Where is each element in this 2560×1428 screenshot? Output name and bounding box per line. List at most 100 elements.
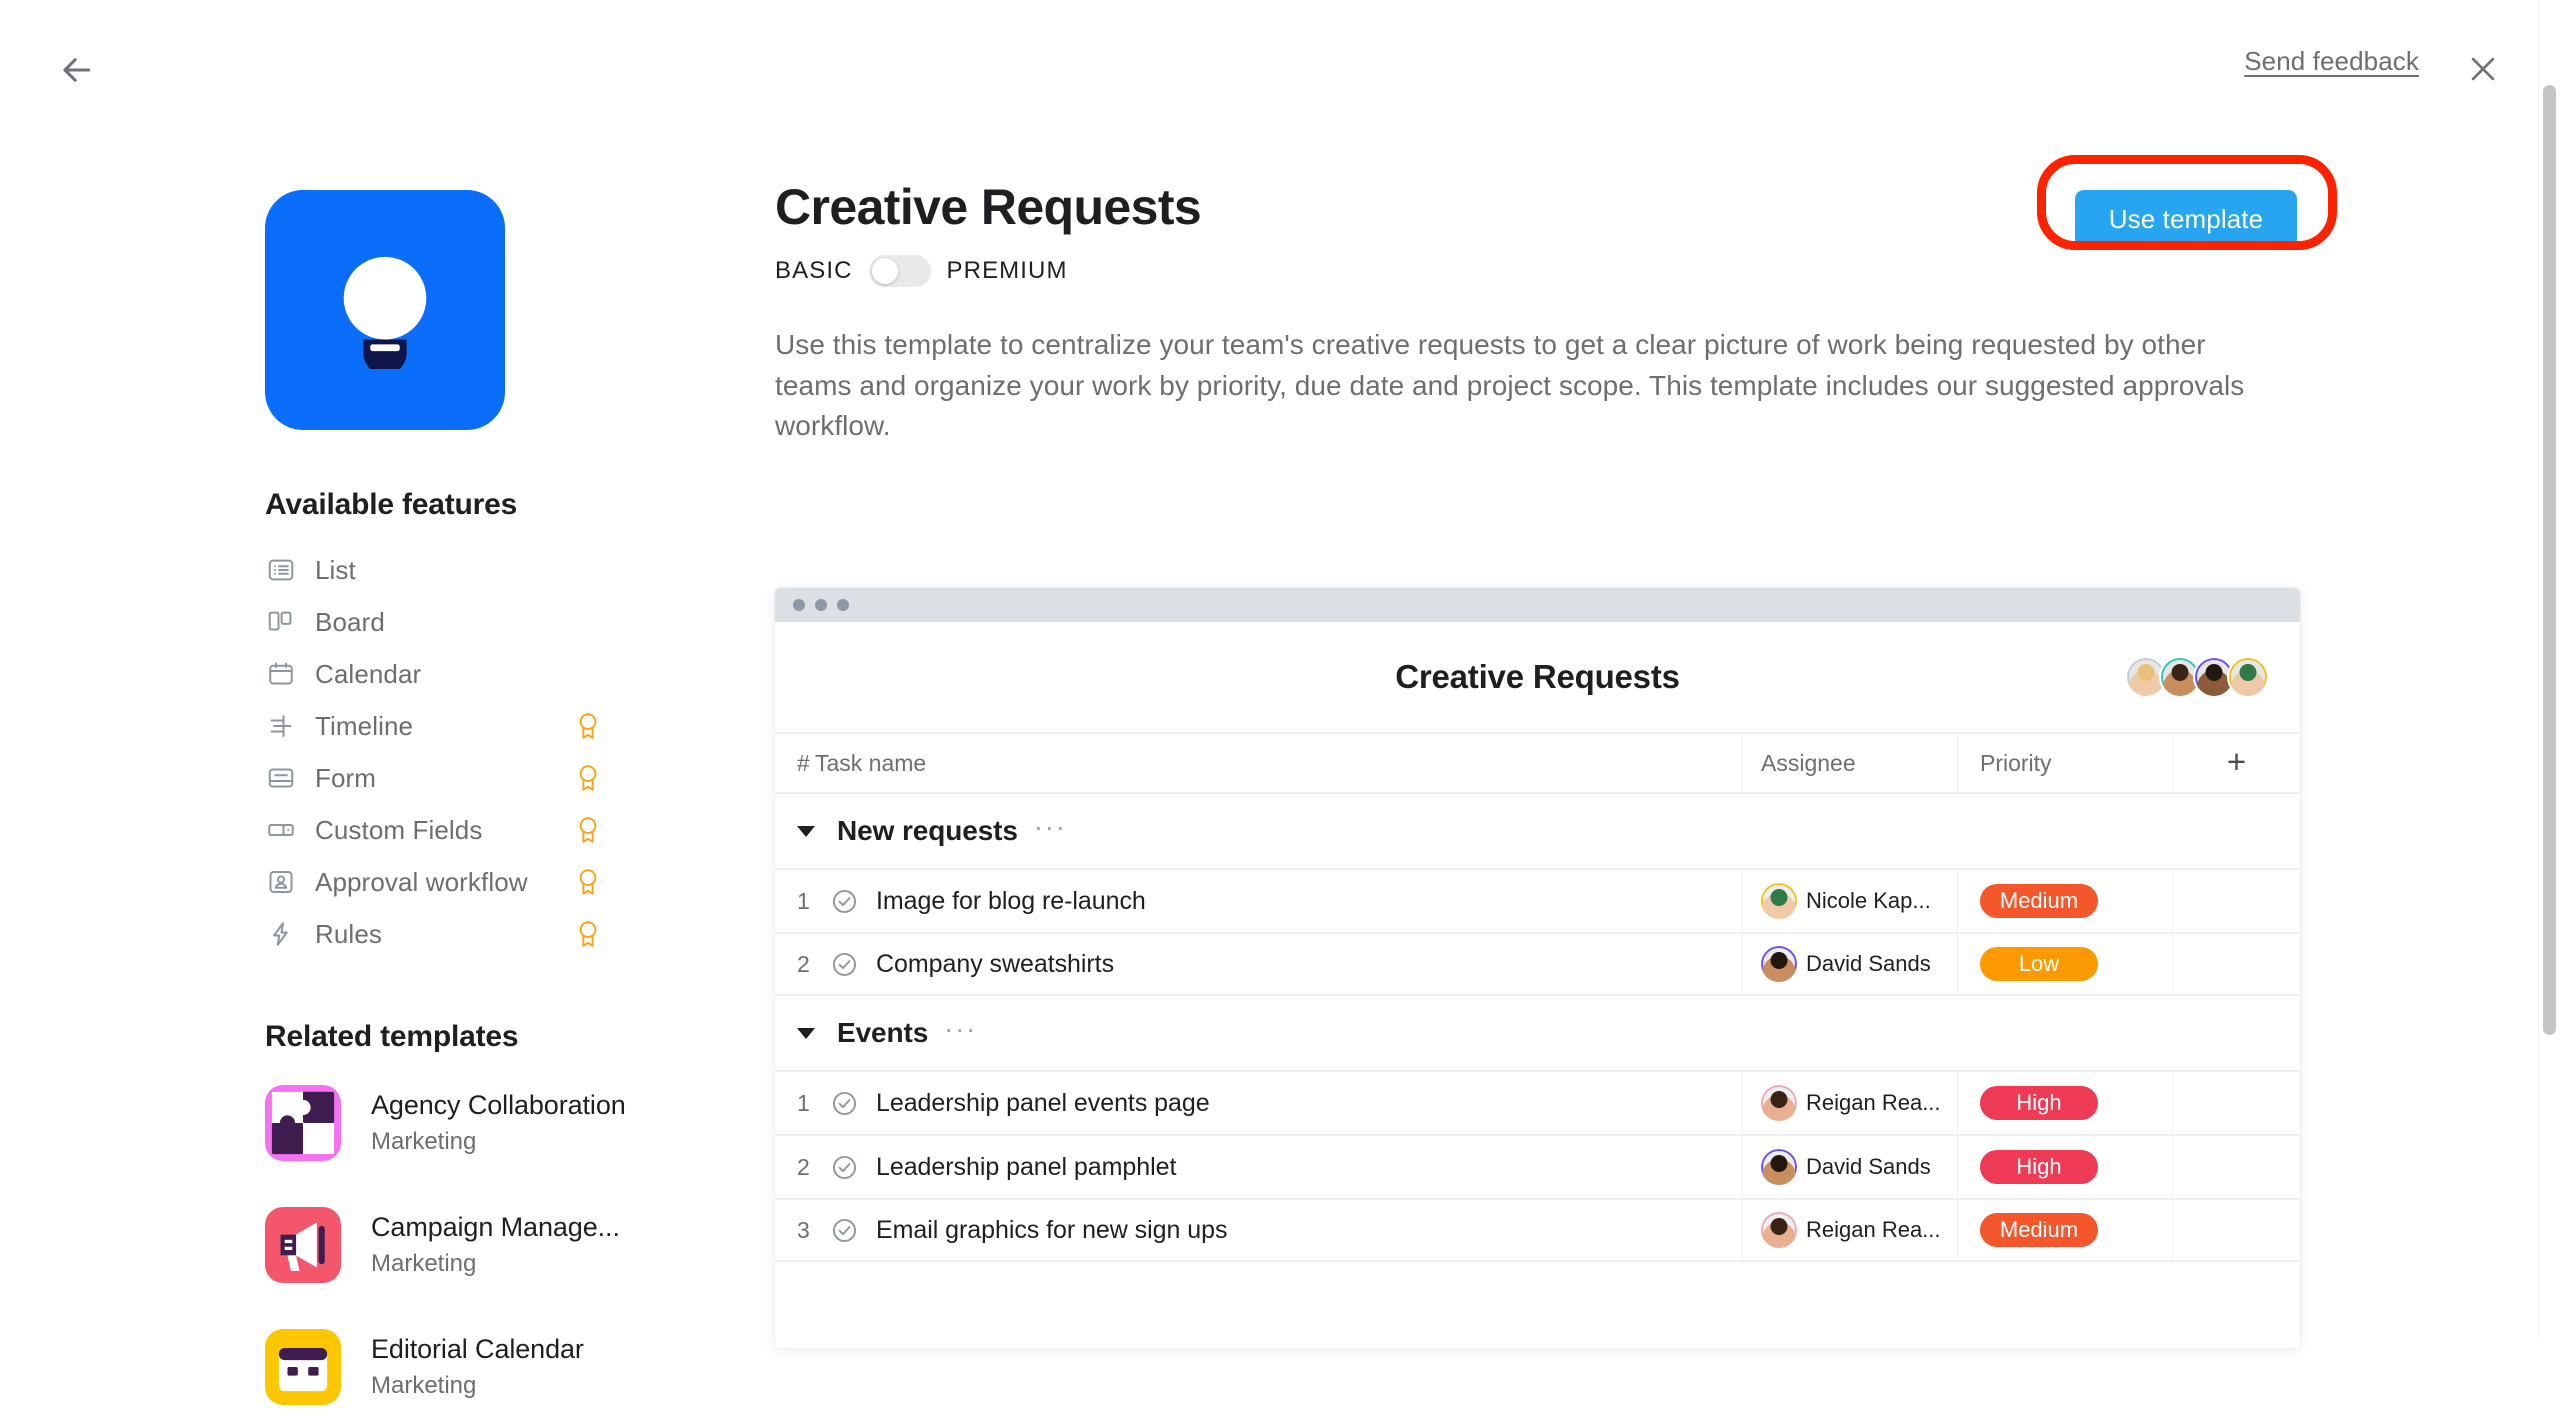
- section-collapse-caret-icon[interactable]: [797, 1027, 815, 1039]
- status-badge[interactable]: Medium: [1980, 884, 2098, 918]
- avatar-head: [1770, 1091, 1788, 1108]
- status-badge[interactable]: High: [1980, 1086, 2098, 1120]
- avatar-head: [2239, 664, 2257, 681]
- feature-label: Custom Fields: [315, 814, 483, 845]
- avatar: [1761, 946, 1797, 982]
- plan-basic-label: BASIC: [775, 257, 853, 284]
- avatar-head: [1770, 1155, 1788, 1172]
- feature-item-calendar: Calendar: [265, 648, 735, 700]
- premium-ribbon-icon: [571, 917, 605, 951]
- task-name-cell[interactable]: Email graphics for new sign ups: [815, 1200, 1742, 1260]
- calendar-icon: [278, 1348, 328, 1392]
- add-column-button[interactable]: +: [2172, 734, 2300, 792]
- assignee-cell[interactable]: David Sands: [1742, 934, 1957, 994]
- avatar[interactable]: [2227, 656, 2269, 698]
- table-row[interactable]: 1 Image for blog re-launch Nicole Kap... Me…: [775, 868, 2300, 932]
- form-icon: [265, 762, 297, 794]
- table-row[interactable]: 1 Leadership panel events page Reigan Rea.…: [775, 1070, 2300, 1134]
- task-name-cell[interactable]: Leadership panel pamphlet: [815, 1136, 1742, 1198]
- plan-toggle-knob: [871, 258, 898, 284]
- related-template-item[interactable]: Agency Collaboration Marketing: [265, 1062, 735, 1184]
- ellipsis-icon[interactable]: ···: [1034, 813, 1067, 841]
- megaphone-icon: [280, 1222, 325, 1271]
- task-name-cell[interactable]: Company sweatshirts: [815, 934, 1742, 994]
- plus-icon: +: [2226, 742, 2247, 780]
- table-row[interactable]: 3 Email graphics for new sign ups Reigan R…: [775, 1198, 2300, 1262]
- task-sections: New requests ··· 1 Image for blog re-launch…: [775, 794, 2300, 1262]
- template-icon: [265, 190, 505, 430]
- section-collapse-caret-icon[interactable]: [797, 825, 815, 837]
- related-templates-list: Agency Collaboration Marketing Campaign Ma…: [265, 1062, 735, 1428]
- premium-ribbon-icon: [571, 865, 605, 899]
- row-number: 1: [797, 1089, 810, 1116]
- related-template-item[interactable]: Campaign Manage... Marketing: [265, 1184, 735, 1306]
- feature-item-timeline: Timeline: [265, 700, 735, 752]
- row-number: 2: [797, 950, 810, 977]
- complete-task-icon[interactable]: [831, 1090, 858, 1117]
- section-header[interactable]: New requests ···: [775, 794, 2300, 868]
- assignee-cell[interactable]: Reigan Rea...: [1742, 1072, 1957, 1134]
- task-name-cell[interactable]: Image for blog re-launch: [815, 870, 1742, 932]
- calendar-view-icon: [265, 658, 297, 690]
- table-header-row: # Task name Assignee Priority +: [775, 732, 2300, 794]
- status-badge[interactable]: Medium: [1980, 1213, 2098, 1247]
- features-list: List Board Calendar Timeline Form Custom Fiel…: [265, 544, 735, 960]
- feature-label: Timeline: [315, 710, 414, 741]
- task-name-cell[interactable]: Leadership panel events page: [815, 1072, 1742, 1134]
- complete-task-icon[interactable]: [831, 1154, 858, 1181]
- priority-cell[interactable]: Low: [1957, 934, 2172, 994]
- send-feedback-link[interactable]: Send feedback: [2244, 46, 2419, 77]
- section-header[interactable]: Events ···: [775, 996, 2300, 1070]
- section-name: Events: [837, 1017, 929, 1048]
- feature-item-board: Board: [265, 596, 735, 648]
- priority-cell[interactable]: High: [1957, 1136, 2172, 1198]
- table-row[interactable]: 2 Company sweatshirts David Sands Low: [775, 932, 2300, 996]
- lightbulb-icon: [343, 256, 427, 369]
- member-avatar-group[interactable]: [2125, 656, 2269, 698]
- feature-item-rules: Rules: [265, 908, 735, 960]
- complete-task-icon[interactable]: [831, 1217, 858, 1244]
- feature-item-list: List: [265, 544, 735, 596]
- ellipsis-icon[interactable]: ···: [944, 1015, 977, 1043]
- complete-task-icon[interactable]: [831, 951, 858, 978]
- approval-stamp-icon: [265, 866, 297, 898]
- assignee-name: David Sands: [1806, 951, 1931, 976]
- feature-label: List: [315, 554, 356, 585]
- empty-cell: [2172, 1200, 2300, 1260]
- preview-project-title: Creative Requests: [1395, 658, 1680, 695]
- priority-cell[interactable]: High: [1957, 1072, 2172, 1134]
- plan-toggle[interactable]: [868, 255, 931, 287]
- avatar-head: [2205, 664, 2223, 681]
- related-template-thumbnail: [265, 1207, 341, 1283]
- table-row[interactable]: 2 Leadership panel pamphlet David Sands Hig…: [775, 1134, 2300, 1198]
- assignee-cell[interactable]: Nicole Kap...: [1742, 870, 1957, 932]
- column-header-number: #: [797, 749, 810, 776]
- avatar: [1761, 1085, 1797, 1121]
- assignee-cell[interactable]: David Sands: [1742, 1136, 1957, 1198]
- related-template-item[interactable]: Editorial Calendar Marketing: [265, 1306, 735, 1428]
- related-template-name: Editorial Calendar: [371, 1334, 584, 1364]
- page-scrollbar-thumb[interactable]: [2543, 85, 2556, 1035]
- use-template-button[interactable]: Use template: [2075, 190, 2297, 248]
- related-template-thumbnail: [265, 1085, 341, 1161]
- related-template-category: Marketing: [371, 1372, 477, 1399]
- lightning-bolt-icon: [265, 918, 297, 950]
- page-scrollbar-track[interactable]: [2538, 0, 2560, 1338]
- close-button[interactable]: [2456, 42, 2510, 96]
- assignee-cell[interactable]: Reigan Rea...: [1742, 1200, 1957, 1260]
- preview-header: Creative Requests: [775, 622, 2300, 732]
- timeline-view-icon: [265, 710, 297, 742]
- complete-task-icon[interactable]: [831, 888, 858, 915]
- close-icon: [2471, 57, 2495, 81]
- feature-label: Board: [315, 606, 385, 637]
- assignee-name: Nicole Kap...: [1806, 888, 1931, 913]
- status-badge[interactable]: Low: [1980, 947, 2098, 981]
- back-button[interactable]: [48, 42, 104, 98]
- priority-cell[interactable]: Medium: [1957, 1200, 2172, 1260]
- assignee-name: David Sands: [1806, 1154, 1931, 1179]
- status-badge[interactable]: High: [1980, 1150, 2098, 1184]
- avatar-head: [2137, 664, 2155, 681]
- preview-window-chrome: [775, 588, 2300, 622]
- priority-cell[interactable]: Medium: [1957, 870, 2172, 932]
- feature-label: Calendar: [315, 658, 422, 689]
